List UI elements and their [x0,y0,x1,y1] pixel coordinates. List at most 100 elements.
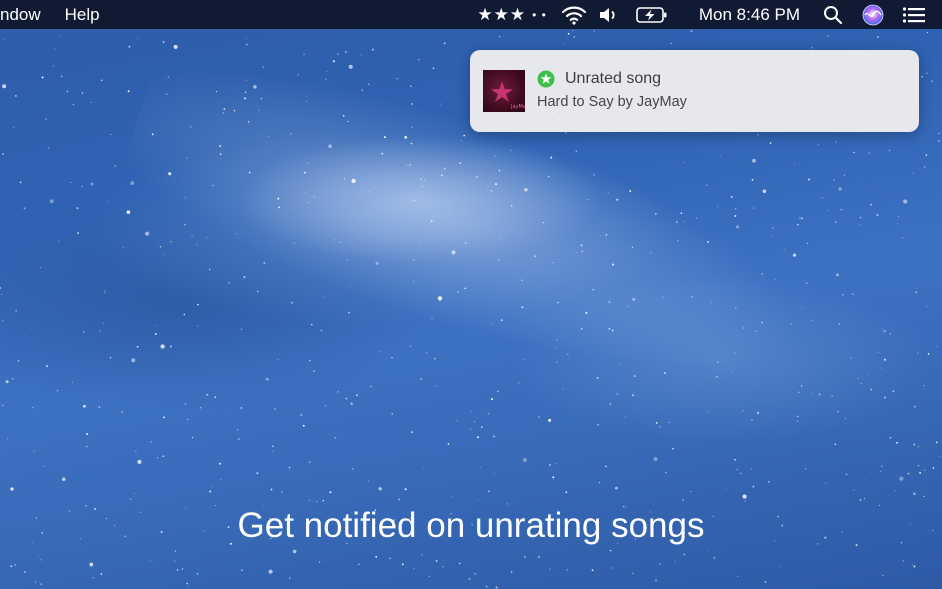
star [924,166,926,168]
star [233,110,236,112]
star [860,180,862,182]
star [550,156,553,159]
star [59,34,61,36]
star [114,164,117,167]
star [215,91,218,93]
star [864,498,865,499]
star [761,321,763,324]
star [889,436,892,439]
star [33,450,35,452]
star [30,327,31,329]
star [883,358,886,361]
star [565,491,568,494]
star [731,370,733,372]
star [939,456,941,458]
star [769,142,772,144]
star [480,426,483,428]
star [461,140,463,142]
star [664,371,666,374]
star [792,253,797,257]
star [853,489,855,491]
star [82,330,85,333]
star [870,203,873,206]
star [320,329,323,332]
star [497,390,499,393]
siri-icon[interactable] [860,0,886,29]
star [10,565,13,568]
star [567,32,570,35]
menu-help[interactable]: Help [65,5,100,25]
star [464,287,466,290]
star [751,178,754,181]
star [307,202,309,203]
star [45,118,47,121]
wifi-icon[interactable] [557,0,591,29]
rating-status-item[interactable]: ★★★ • • [477,0,546,29]
star [7,438,9,440]
notification-center-icon[interactable] [900,0,928,29]
star [899,476,904,481]
star [318,561,321,563]
star [800,385,803,387]
star [137,37,139,39]
star [265,377,269,381]
star [860,382,862,385]
star [339,241,341,243]
star [931,80,934,83]
star [458,562,461,565]
volume-icon[interactable] [591,0,627,29]
star [670,42,672,45]
star [214,396,217,399]
star [742,327,745,329]
star [524,187,528,192]
star [145,231,150,236]
star-badge-icon [537,70,555,88]
star [764,580,767,583]
star [801,217,803,220]
star [468,577,471,580]
star [720,154,722,156]
notification-banner[interactable]: JayMay Unrated song Hard to Say by JayMa… [470,50,919,132]
star [598,481,601,484]
star [413,259,415,261]
star [843,174,846,177]
star [90,182,94,186]
star [418,58,420,61]
star [607,192,609,194]
star [853,151,855,154]
menu-window[interactable]: ndow [0,5,41,25]
star [52,65,54,67]
star [576,252,578,254]
star [500,319,503,321]
star [272,445,274,448]
star [552,262,554,264]
star [555,346,557,348]
star [633,375,636,377]
star [173,44,178,49]
star [60,75,63,78]
star [305,192,307,194]
star [371,48,374,51]
star [901,237,904,239]
star [442,566,444,568]
star [552,476,555,479]
star [596,376,599,379]
battery-charging-icon[interactable] [627,0,677,29]
star [324,78,327,81]
star [419,242,422,244]
star [244,91,247,93]
star [401,563,404,566]
star [734,458,736,461]
star [474,573,477,575]
star [368,480,370,482]
star [406,164,408,166]
clock[interactable]: Mon 8:46 PM [699,0,800,29]
star [771,227,774,229]
star [538,556,540,558]
star [352,468,354,470]
search-icon[interactable] [820,0,846,29]
star [100,573,103,575]
star [599,235,601,237]
star [674,560,676,562]
star [629,190,632,192]
